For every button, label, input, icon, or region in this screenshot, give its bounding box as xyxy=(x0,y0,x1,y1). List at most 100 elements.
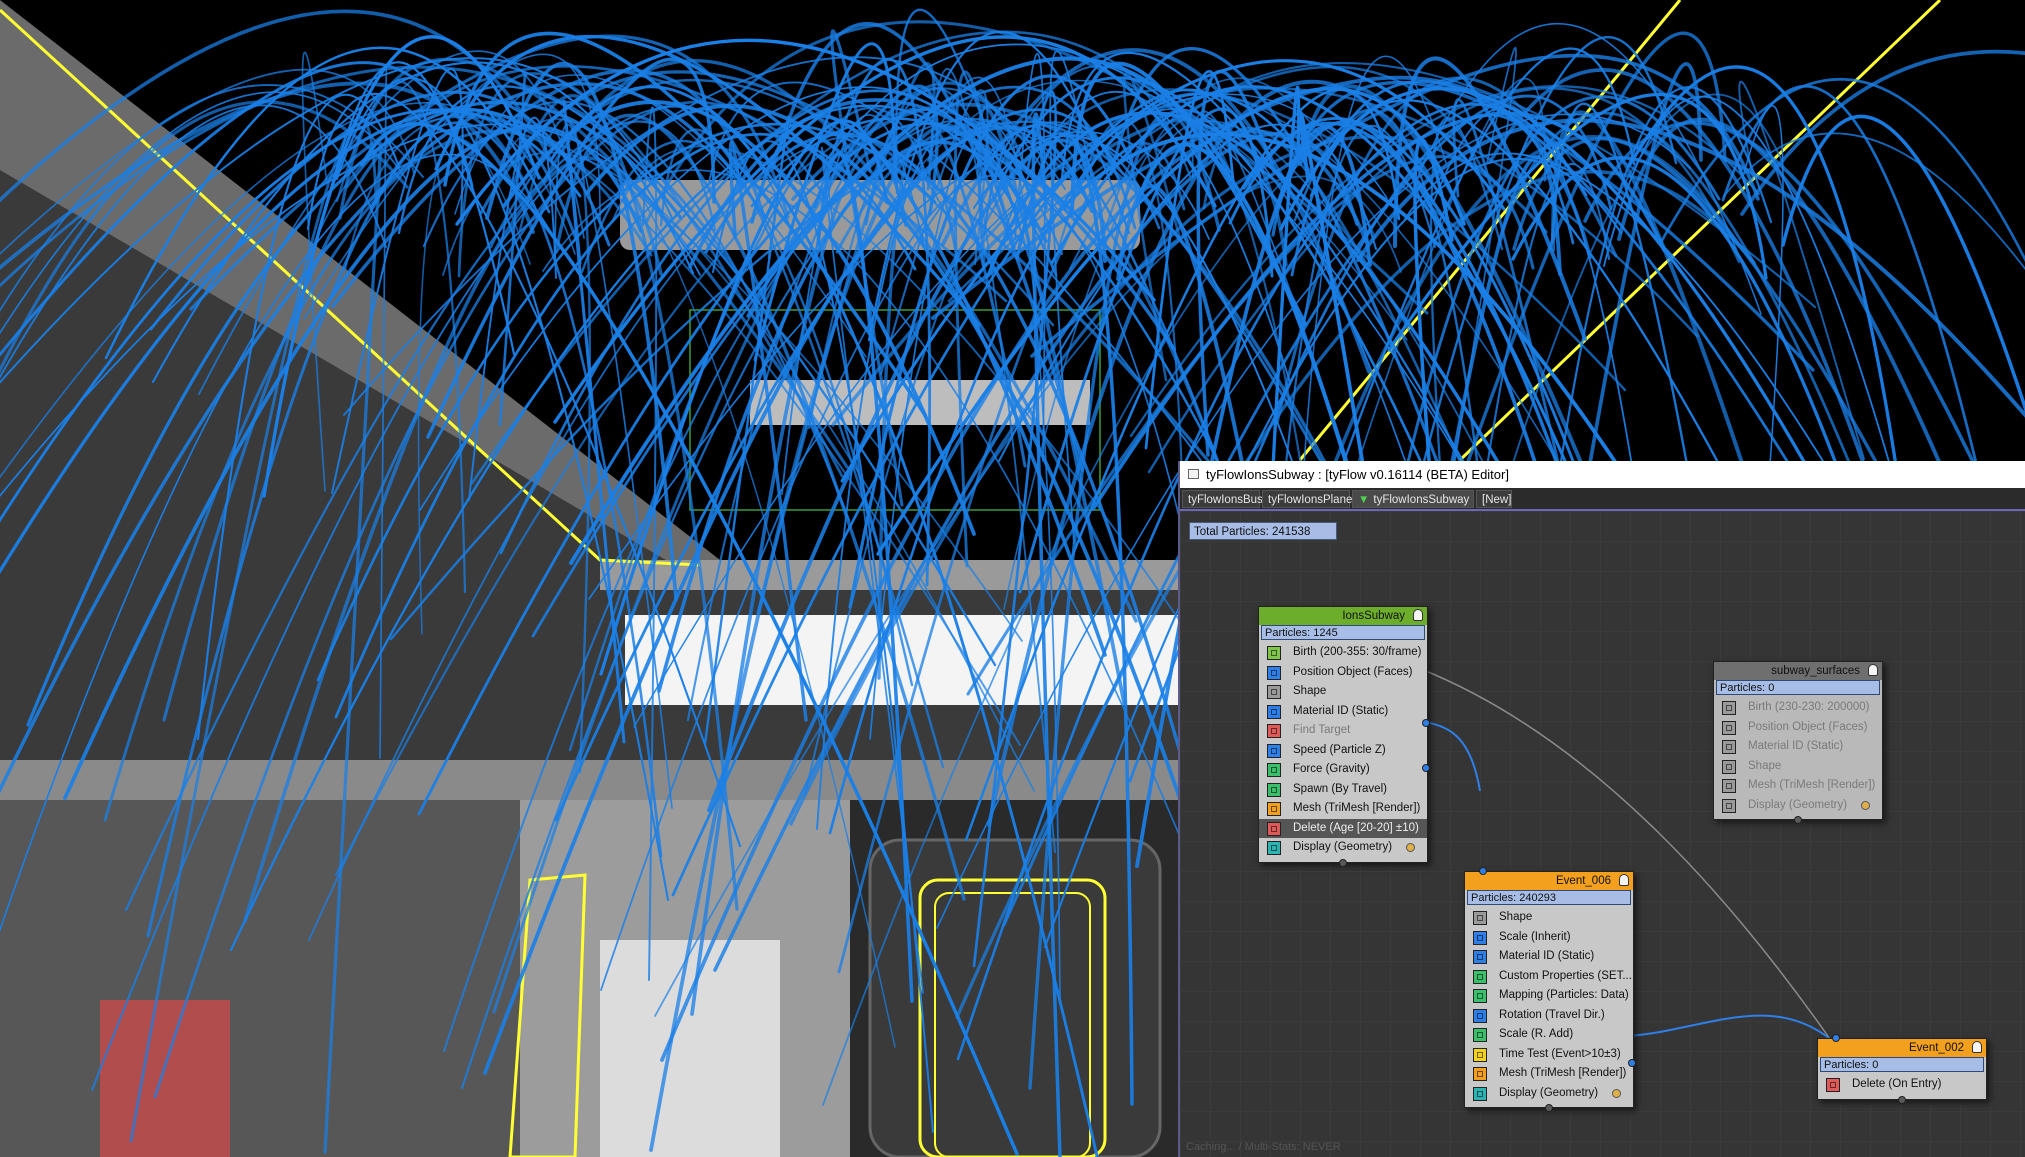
operator-row[interactable]: Mesh (TriMesh [Render]) xyxy=(1259,799,1427,819)
operator-row[interactable]: Time Test (Event>10±3) xyxy=(1465,1045,1633,1065)
operator-label: Rotation (Travel Dir.) xyxy=(1499,1008,1605,1021)
wire-spawn-to-event006 xyxy=(1420,720,1481,792)
node-event002[interactable]: Event_002 Particles: 0 Delete (On Entry) xyxy=(1817,1034,1987,1104)
operator-row[interactable]: Speed (Particle Z) xyxy=(1259,741,1427,761)
tab-tyflowionsplane[interactable]: tyFlowIonsPlane xyxy=(1262,490,1352,508)
operator-list: Shape Scale (Inherit) Material ID (Static)… xyxy=(1465,908,1633,1107)
lightbulb-icon[interactable] xyxy=(1413,609,1423,621)
operator-row[interactable]: Position Object (Faces) xyxy=(1259,663,1427,683)
operator-label: Scale (Inherit) xyxy=(1499,930,1571,943)
operator-row[interactable]: Mesh (TriMesh [Render]) xyxy=(1714,776,1882,796)
operator-row[interactable]: Material ID (Static) xyxy=(1259,702,1427,722)
particle-count: Particles: 1245 xyxy=(1261,625,1425,640)
operator-row[interactable]: Display (Geometry) xyxy=(1259,838,1427,858)
node-title: Event_002 xyxy=(1909,1042,1964,1054)
operator-row[interactable]: Material ID (Static) xyxy=(1465,947,1633,967)
operator-row[interactable]: Delete (Age [20-20] ±10) xyxy=(1259,818,1427,838)
mesh-icon xyxy=(1722,779,1736,793)
output-port[interactable] xyxy=(1422,764,1430,772)
operator-row[interactable]: Birth (200-355: 30/frame) xyxy=(1259,643,1427,663)
editor-title-bar[interactable]: tyFlowIonsSubway : [tyFlow v0.16114 (BET… xyxy=(1180,461,2025,488)
operator-label: Time Test (Event>10±3) xyxy=(1499,1047,1621,1060)
node-header[interactable]: Event_006 xyxy=(1465,872,1633,890)
shape-icon xyxy=(1267,685,1281,699)
operator-row[interactable]: Scale (R. Add) xyxy=(1465,1025,1633,1045)
birth-icon xyxy=(1722,701,1736,715)
display-icon xyxy=(1473,1086,1487,1101)
input-port[interactable] xyxy=(1479,867,1487,875)
output-port[interactable] xyxy=(1628,1059,1636,1067)
node-ionsSubway[interactable]: IonsSubway Particles: 1245 Birth (200-355:… xyxy=(1258,606,1430,867)
spawn-icon xyxy=(1267,782,1281,797)
output-bottom-port[interactable] xyxy=(1898,1095,1906,1104)
operator-row[interactable]: Display (Geometry) xyxy=(1714,796,1882,816)
operator-label: Material ID (Static) xyxy=(1499,950,1595,962)
operator-label: Material ID (Static) xyxy=(1748,740,1844,752)
operator-row[interactable]: Shape xyxy=(1465,908,1633,928)
operator-row[interactable]: Spawn (By Travel) xyxy=(1259,780,1427,800)
mesh-icon xyxy=(1267,802,1281,816)
input-port[interactable] xyxy=(1832,1034,1840,1042)
node-canvas[interactable]: Total Particles: 241538 IonsSubway Partic… xyxy=(1180,511,2025,1157)
operator-row[interactable]: Shape xyxy=(1259,682,1427,702)
node-header[interactable]: subway_surfaces xyxy=(1714,662,1882,680)
operator-label: Mesh (TriMesh [Render]) xyxy=(1499,1067,1627,1079)
output-bottom-port[interactable] xyxy=(1794,816,1802,824)
output-bottom-port[interactable] xyxy=(1545,1104,1553,1112)
operator-label: Material ID (Static) xyxy=(1293,704,1389,717)
material-id-icon xyxy=(1267,704,1281,719)
operator-row[interactable]: Birth (230-230: 200000) xyxy=(1714,698,1882,718)
tab-new[interactable]: [New] xyxy=(1476,490,1512,508)
operator-label: Display (Geometry) xyxy=(1499,1086,1599,1099)
operator-row[interactable]: Delete (On Entry) xyxy=(1818,1075,1986,1095)
shape-icon xyxy=(1722,759,1736,774)
time-test-icon xyxy=(1473,1047,1487,1062)
display-color-swatch[interactable] xyxy=(1612,1088,1621,1098)
operator-row[interactable]: Display (Geometry) xyxy=(1465,1084,1633,1104)
node-header[interactable]: Event_002 xyxy=(1818,1039,1986,1057)
output-port[interactable] xyxy=(1422,719,1430,727)
tab-tyflowionssubway[interactable]: ▼ tyFlowIonsSubway xyxy=(1352,490,1474,508)
scale-icon xyxy=(1473,1028,1487,1042)
operator-label: Custom Properties (SET... xyxy=(1499,969,1632,982)
window-icon xyxy=(1188,469,1199,479)
operator-label: Mesh (TriMesh [Render]) xyxy=(1748,779,1876,791)
operator-row[interactable]: Material ID (Static) xyxy=(1714,737,1882,757)
tab-tyflowionsbus[interactable]: tyFlowIonsBus xyxy=(1182,490,1263,508)
display-color-swatch[interactable] xyxy=(1861,800,1870,810)
operator-row[interactable]: Position Object (Faces) xyxy=(1714,718,1882,738)
operator-label: Spawn (By Travel) xyxy=(1293,782,1387,795)
lightbulb-icon[interactable] xyxy=(1619,874,1629,886)
operator-row[interactable]: Scale (Inherit) xyxy=(1465,928,1633,948)
node-event006[interactable]: Event_006 Particles: 240293 Shape Scale (In… xyxy=(1464,867,1636,1112)
lightbulb-icon[interactable] xyxy=(1868,664,1878,676)
operator-label: Find Target xyxy=(1293,724,1351,736)
operator-row[interactable]: Rotation (Travel Dir.) xyxy=(1465,1006,1633,1026)
operator-row[interactable]: Custom Properties (SET... xyxy=(1465,967,1633,987)
display-color-swatch[interactable] xyxy=(1406,843,1415,852)
output-bottom-port[interactable] xyxy=(1339,858,1347,867)
particle-count: Particles: 0 xyxy=(1820,1057,1984,1072)
wire-timetest-to-event002 xyxy=(1628,1014,1831,1040)
position-object-icon xyxy=(1722,720,1736,735)
delete-icon xyxy=(1267,821,1281,836)
operator-label: Delete (On Entry) xyxy=(1852,1078,1942,1090)
particle-count: Particles: 240293 xyxy=(1467,890,1631,905)
operator-label: Mapping (Particles: Data) xyxy=(1499,989,1629,1001)
node-header[interactable]: IonsSubway xyxy=(1259,607,1427,625)
mesh-icon xyxy=(1473,1067,1487,1081)
operator-row[interactable]: Force (Gravity) xyxy=(1259,760,1427,780)
operator-label: Position Object (Faces) xyxy=(1748,720,1868,733)
speed-icon xyxy=(1267,743,1281,758)
node-subwaySurfaces[interactable]: subway_surfaces Particles: 0 Birth (230-23… xyxy=(1713,661,1883,824)
lightbulb-icon[interactable] xyxy=(1972,1041,1982,1053)
operator-row[interactable]: Mesh (TriMesh [Render]) xyxy=(1465,1064,1633,1084)
tyflow-editor-window[interactable]: tyFlowIonsSubway : [tyFlow v0.16114 (BET… xyxy=(1178,461,2025,1157)
shape-icon xyxy=(1473,911,1487,925)
operator-row[interactable]: Find Target xyxy=(1259,721,1427,741)
operator-label: Display (Geometry) xyxy=(1293,841,1393,853)
operator-label: Birth (200-355: 30/frame) xyxy=(1293,646,1422,658)
operator-row[interactable]: Mapping (Particles: Data) xyxy=(1465,986,1633,1006)
flow-tab-bar: tyFlowIonsBus tyFlowIonsPlane ▼ tyFlowIon… xyxy=(1180,488,2025,511)
operator-row[interactable]: Shape xyxy=(1714,757,1882,777)
